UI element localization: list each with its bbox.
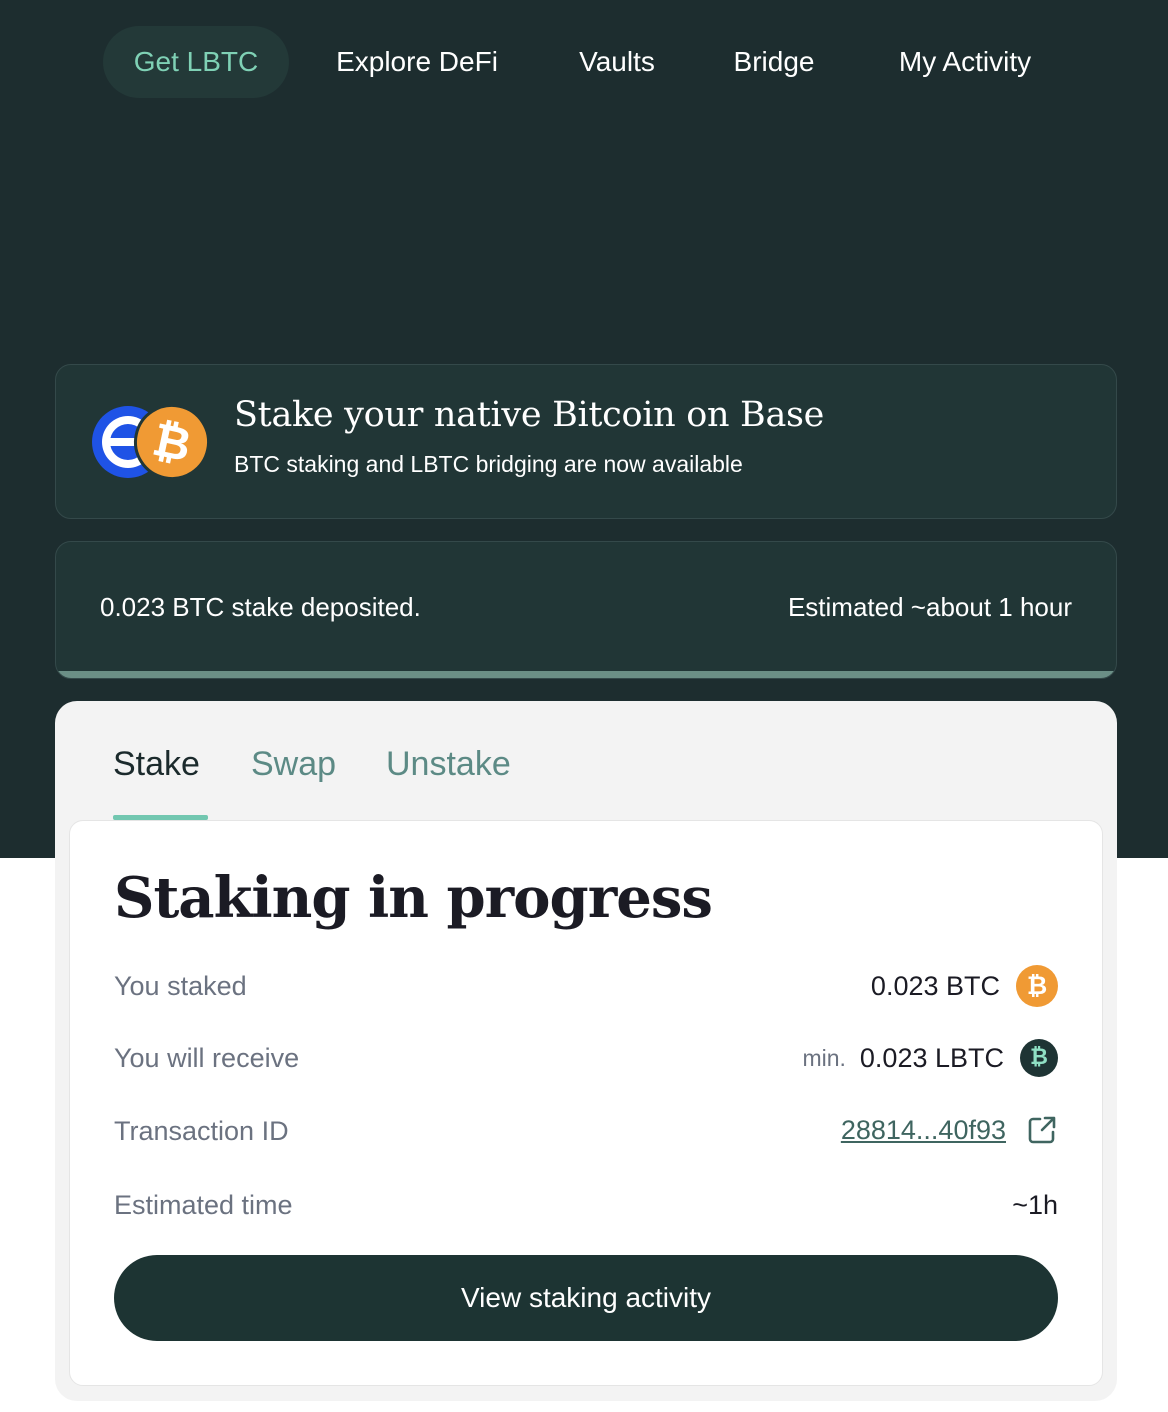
deposit-progress-fill — [56, 671, 1116, 678]
you-staked-value: 0.023 BTC — [870, 970, 1000, 1001]
nav-explore-defi[interactable]: Explore DeFi — [312, 26, 522, 98]
transaction-id-value-group: 28814...40f93 — [841, 1114, 1058, 1146]
deposit-status-card: 0.023 BTC stake deposited. Estimated ~ab… — [55, 541, 1117, 679]
banner-subtitle: BTC staking and LBTC bridging are now av… — [234, 451, 743, 477]
view-staking-activity-button[interactable]: View staking activity — [114, 1255, 1058, 1341]
panel-heading: Staking in progress — [114, 865, 713, 931]
transaction-id-link[interactable]: 28814...40f93 — [841, 1115, 1006, 1146]
estimated-time-label: Estimated time — [114, 1190, 293, 1220]
external-link-icon[interactable] — [1026, 1114, 1058, 1146]
estimated-time-value: ~1h — [1012, 1190, 1058, 1220]
deposit-progress-bar — [56, 671, 1116, 678]
you-will-receive-value: 0.023 LBTC — [859, 1042, 1004, 1073]
tab-stake[interactable]: Stake — [113, 745, 200, 784]
nav-get-lbtc[interactable]: Get LBTC — [103, 26, 289, 98]
nav-vaults[interactable]: Vaults — [556, 26, 678, 98]
transaction-id-label: Transaction ID — [114, 1116, 289, 1146]
deposit-status-estimate: Estimated ~about 1 hour — [787, 592, 1072, 622]
deposit-status-message: 0.023 BTC stake deposited. — [100, 592, 421, 622]
you-staked-value-group: 0.023 BTC ₿ — [871, 965, 1058, 1007]
page: Get LBTC Explore DeFi Vaults Bridge My A… — [0, 0, 1168, 1412]
lbtc-icon: ₿ — [1020, 1039, 1058, 1077]
tab-swap[interactable]: Swap — [251, 745, 336, 784]
stake-card: Stake Swap Unstake Staking in progress Y… — [55, 701, 1117, 1401]
nav-bridge[interactable]: Bridge — [711, 26, 837, 98]
you-will-receive-label: You will receive — [114, 1043, 300, 1073]
banner-title: Stake your native Bitcoin on Base — [234, 395, 825, 435]
you-will-receive-value-group: min. 0.023 LBTC ₿ — [802, 1039, 1058, 1077]
nav-my-activity[interactable]: My Activity — [871, 26, 1059, 98]
tab-unstake[interactable]: Unstake — [386, 745, 511, 784]
you-staked-label: You staked — [114, 971, 247, 1001]
top-nav: Get LBTC Explore DeFi Vaults Bridge My A… — [0, 26, 1168, 98]
announcement-banner: ₿ Stake your native Bitcoin on Base BTC … — [55, 364, 1117, 519]
min-label: min. — [802, 1044, 846, 1071]
estimated-time-value-group: ~1h — [1012, 1190, 1058, 1221]
bitcoin-icon: ₿ — [1016, 965, 1058, 1007]
staking-progress-panel: Staking in progress You staked 0.023 BTC… — [69, 820, 1103, 1386]
